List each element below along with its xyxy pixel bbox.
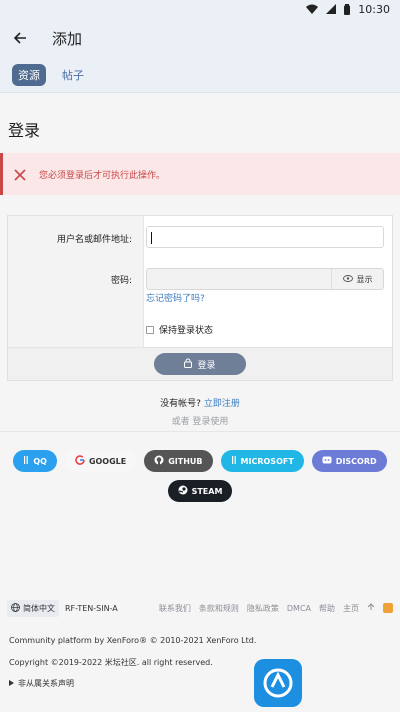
form-footer: 登录 xyxy=(8,347,392,380)
footer-link-help[interactable]: 帮助 xyxy=(319,603,335,614)
login-form: 用户名或邮件地址: 密码: 显示 忘记密码了吗? 保持登录状态 登录 xyxy=(7,215,393,381)
microsoft-login-button[interactable]: MICROSOFT xyxy=(220,450,304,472)
github-login-button[interactable]: GITHUB xyxy=(144,450,213,472)
globe-icon xyxy=(11,602,20,614)
no-account-question: 没有帐号? xyxy=(160,399,201,409)
steam-login-button[interactable]: STEAM xyxy=(167,480,233,502)
tab-bar: 资源 帖子 xyxy=(0,58,400,93)
close-icon xyxy=(13,167,27,181)
microsoft-icon xyxy=(231,456,237,466)
wifi-icon xyxy=(306,4,319,14)
language-chooser[interactable]: 简体中文 xyxy=(7,599,59,617)
app-bar: 添加 xyxy=(0,18,400,58)
login-button-label: 登录 xyxy=(197,360,216,371)
disclaimer-label: 非从属关系声明 xyxy=(18,679,74,688)
register-link[interactable]: 立即注册 xyxy=(204,399,240,409)
reveal-password-button[interactable]: 显示 xyxy=(331,269,383,289)
discord-label: DISCORD xyxy=(335,456,377,466)
status-bar: 10:30 xyxy=(0,0,400,18)
watermark-logo xyxy=(254,656,394,710)
checkbox-icon xyxy=(146,325,154,334)
username-label: 用户名或邮件地址: xyxy=(56,235,132,245)
rss-icon[interactable] xyxy=(383,603,393,613)
reveal-label: 显示 xyxy=(356,274,373,284)
password-label: 密码: xyxy=(110,276,132,286)
footer-link-privacy[interactable]: 隐私政策 xyxy=(247,603,279,614)
discord-login-button[interactable]: DISCORD xyxy=(311,450,387,472)
google-login-button[interactable]: GOOGLE xyxy=(64,450,137,472)
social-login-providers: QQ GOOGLE GITHUB MICROSOFT DISCORD STEAM xyxy=(0,450,400,510)
footer-copyright-site: Copyright ©2019-2022 米坛社区. all right res… xyxy=(9,658,213,667)
github-icon xyxy=(154,455,164,467)
error-text: 您必须登录后才可执行此操作。 xyxy=(39,170,166,181)
lock-icon xyxy=(184,358,193,371)
no-account-text: 没有帐号? 立即注册 xyxy=(0,396,400,409)
page-title: 登录 xyxy=(8,121,41,140)
eye-icon xyxy=(342,274,353,284)
github-label: GITHUB xyxy=(168,456,203,466)
status-time: 10:30 xyxy=(358,2,390,16)
caret-right-icon xyxy=(9,679,14,688)
forgot-password-link[interactable]: 忘记密码了吗? xyxy=(146,291,205,304)
footer-link-home[interactable]: 主页 xyxy=(343,603,359,614)
footer-disclaimer[interactable]: 非从属关系声明 xyxy=(9,678,74,689)
app-bar-title: 添加 xyxy=(52,29,83,48)
footer-links-bar: 简体中文 RF-TEN-SIN-A 联系我们 条款和规则 隐私政策 DMCA 帮… xyxy=(7,597,393,619)
password-input[interactable]: 显示 xyxy=(146,268,384,290)
qq-icon xyxy=(23,456,29,466)
qq-login-button[interactable]: QQ xyxy=(13,450,57,472)
footer-link-dmca[interactable]: DMCA xyxy=(287,604,311,613)
footer-nav: 联系我们 条款和规则 隐私政策 DMCA 帮助 主页 xyxy=(159,603,393,614)
google-icon xyxy=(75,455,85,467)
discord-icon xyxy=(322,456,332,466)
google-label: GOOGLE xyxy=(88,456,127,466)
username-input[interactable] xyxy=(146,226,384,248)
signal-icon xyxy=(326,4,337,14)
arrow-up-icon[interactable] xyxy=(367,603,375,613)
footer-copyright-xenforo: Community platform by XenForo® © 2010-20… xyxy=(9,636,257,645)
login-button[interactable]: 登录 xyxy=(154,353,246,375)
watermark-icon xyxy=(254,659,302,707)
or-login-with-text: 或者 登录使用 xyxy=(171,417,229,427)
qq-label: QQ xyxy=(33,456,47,466)
remember-label: 保持登录状态 xyxy=(159,326,214,336)
back-arrow-icon[interactable] xyxy=(10,28,30,48)
tab-resources[interactable]: 资源 xyxy=(12,64,46,86)
language-label: 简体中文 xyxy=(23,603,55,613)
style-chooser[interactable]: RF-TEN-SIN-A xyxy=(65,604,118,613)
remember-me-checkbox[interactable]: 保持登录状态 xyxy=(146,323,213,336)
battery-icon xyxy=(344,3,351,15)
text-caret xyxy=(151,232,152,244)
steam-icon xyxy=(178,485,188,497)
divider xyxy=(0,431,400,432)
steam-label: STEAM xyxy=(191,486,223,496)
microsoft-label: MICROSOFT xyxy=(240,456,294,466)
error-message-box: 您必须登录后才可执行此操作。 xyxy=(0,153,400,195)
footer-link-terms[interactable]: 条款和规则 xyxy=(199,603,239,614)
footer-link-contact[interactable]: 联系我们 xyxy=(159,603,191,614)
tab-threads[interactable]: 帖子 xyxy=(56,64,90,86)
